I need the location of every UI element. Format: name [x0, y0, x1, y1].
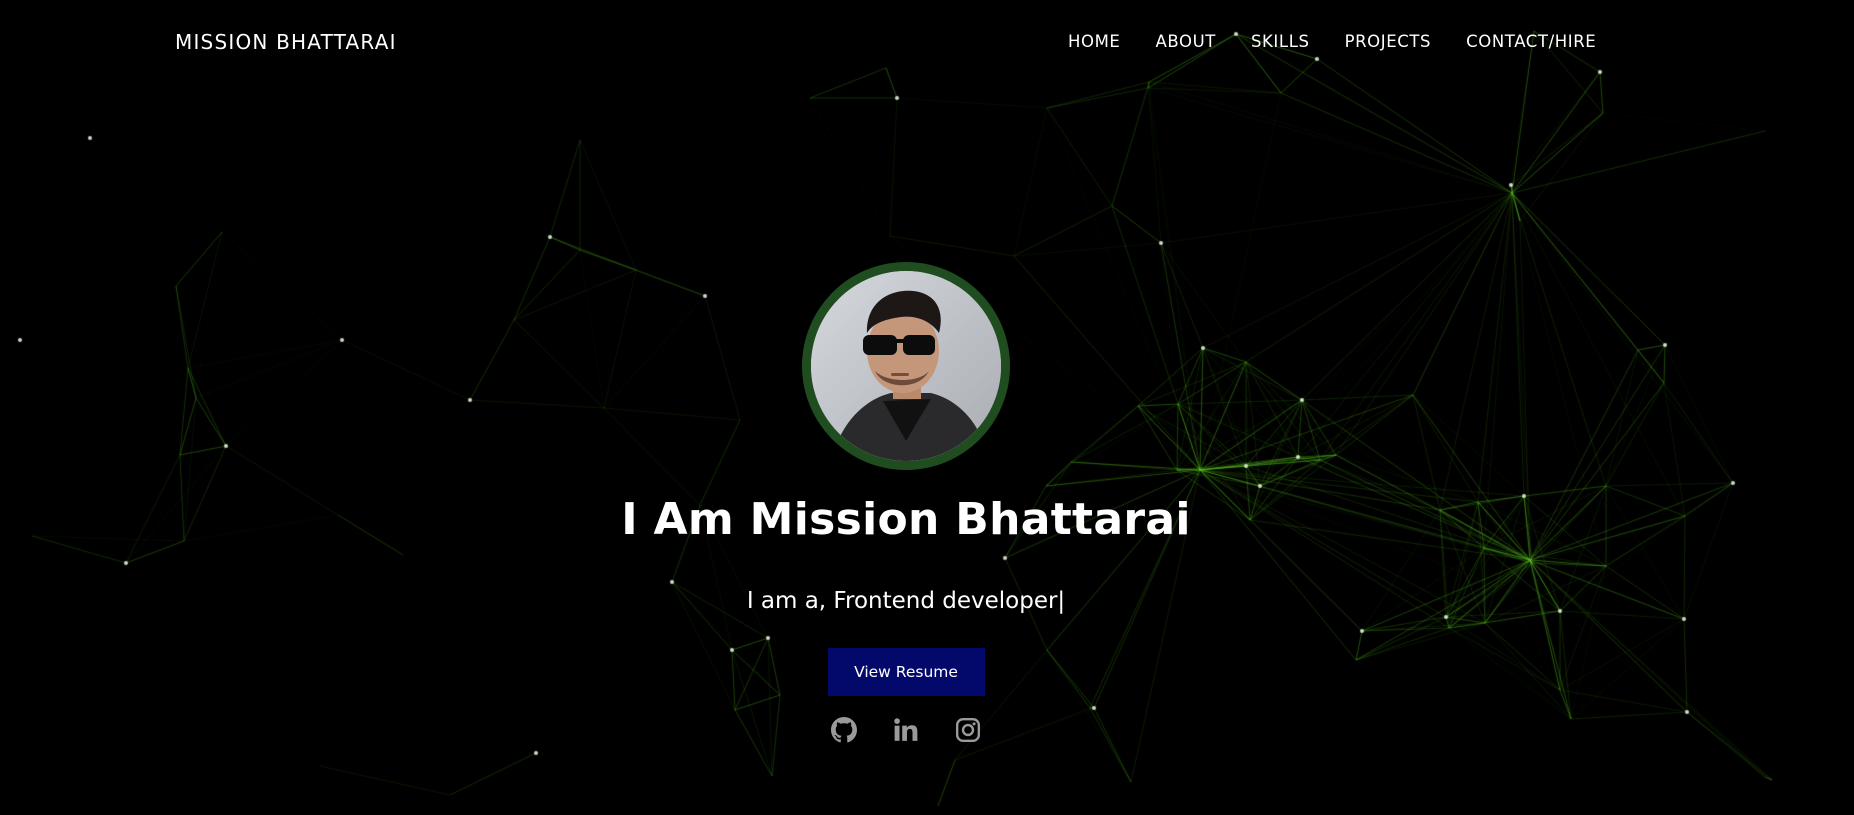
nav-skills[interactable]: SKILLS	[1251, 32, 1310, 51]
typed-subtitle: I am a, Frontend developer|	[746, 588, 1066, 615]
view-resume-button[interactable]: View Resume	[827, 648, 985, 697]
github-link[interactable]	[830, 717, 858, 747]
nav-home[interactable]: HOME	[1068, 32, 1120, 51]
nav-contact-hire[interactable]: CONTACT/HIRE	[1466, 32, 1596, 51]
social-links	[830, 717, 982, 747]
brand-logo[interactable]: MISSION BHATTARAI	[175, 30, 397, 54]
instagram-link[interactable]	[954, 718, 982, 746]
hero-title: I Am Mission Bhattarai	[621, 494, 1191, 545]
avatar-ring	[802, 262, 1010, 470]
profile-photo	[811, 271, 1001, 461]
linkedin-link[interactable]	[892, 718, 920, 746]
main-nav: HOME ABOUT SKILLS PROJECTS CONTACT/HIRE	[1068, 32, 1596, 51]
linkedin-icon	[893, 717, 919, 747]
page: MISSION BHATTARAI HOME ABOUT SKILLS PROJ…	[0, 0, 1854, 815]
avatar	[811, 271, 1001, 461]
instagram-icon	[955, 717, 981, 747]
nav-projects[interactable]: PROJECTS	[1345, 32, 1432, 51]
hero-section: I Am Mission Bhattarai I am a, Frontend …	[0, 262, 1812, 746]
nav-about[interactable]: ABOUT	[1155, 32, 1215, 51]
github-icon	[831, 717, 857, 747]
